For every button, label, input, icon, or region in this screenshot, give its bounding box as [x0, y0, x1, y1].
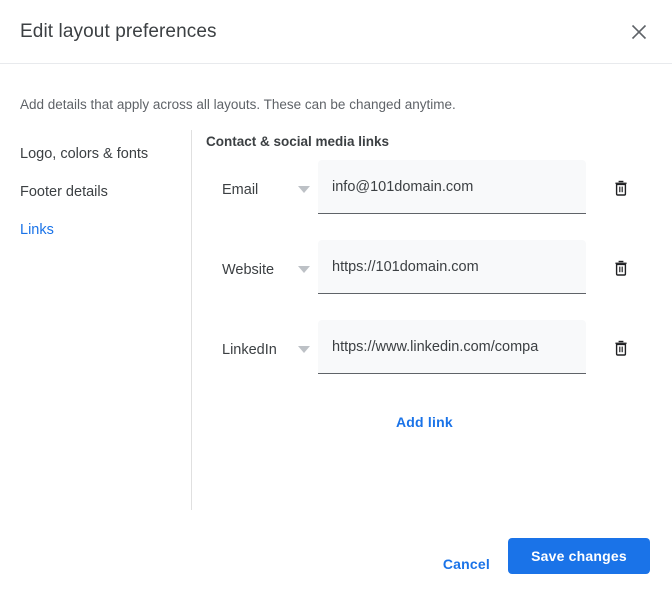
add-link-button[interactable]: Add link	[388, 408, 461, 436]
link-type-label: LinkedIn	[222, 342, 277, 358]
sidebar-item-links[interactable]: Links	[20, 220, 54, 240]
delete-link-button-website[interactable]	[607, 254, 635, 282]
chevron-down-icon	[298, 186, 310, 194]
trash-icon	[612, 259, 630, 277]
sidebar-item-logo-colors-fonts[interactable]: Logo, colors & fonts	[20, 144, 148, 164]
link-type-select-linkedin[interactable]: LinkedIn	[222, 338, 310, 362]
sidebar-item-label: Logo, colors & fonts	[20, 146, 149, 162]
link-row: Email	[192, 160, 672, 240]
sidebar-item-footer-details[interactable]: Footer details	[20, 182, 108, 202]
link-value-input-website[interactable]	[318, 240, 586, 294]
page-title: Edit layout preferences	[20, 21, 217, 42]
cancel-button[interactable]: Cancel	[433, 548, 500, 580]
sidebar-item-label: Footer details	[20, 184, 108, 200]
close-button[interactable]	[622, 15, 656, 49]
dialog-header: Edit layout preferences	[0, 0, 672, 64]
links-panel: Contact & social media links Email info@…	[192, 130, 672, 510]
link-type-select-email[interactable]: Email	[222, 178, 310, 202]
trash-icon	[612, 179, 630, 197]
section-heading: Contact & social media links	[206, 134, 390, 149]
link-rows: Email info@101domain.com Website https:/…	[192, 160, 672, 400]
sidebar-nav: Logo, colors & fonts Footer details Link…	[0, 130, 191, 510]
save-changes-button[interactable]: Save changes	[508, 538, 650, 574]
link-type-label: Website	[222, 262, 275, 278]
delete-link-button-email[interactable]	[607, 174, 635, 202]
dialog-body: Logo, colors & fonts Footer details Link…	[0, 130, 672, 510]
sidebar-item-label: Links	[20, 222, 54, 238]
trash-icon	[612, 339, 630, 357]
chevron-down-icon	[298, 346, 310, 354]
link-value-input-linkedin[interactable]	[318, 320, 586, 374]
link-row: LinkedIn	[192, 320, 672, 400]
delete-link-button-linkedin[interactable]	[607, 334, 635, 362]
link-value-input-email[interactable]	[318, 160, 586, 214]
link-type-select-website[interactable]: Website	[222, 258, 310, 282]
chevron-down-icon	[298, 266, 310, 274]
link-row: Website	[192, 240, 672, 320]
link-type-label: Email	[222, 182, 259, 198]
dialog-subtitle: Add details that apply across all layout…	[20, 97, 456, 112]
close-icon	[630, 23, 648, 41]
